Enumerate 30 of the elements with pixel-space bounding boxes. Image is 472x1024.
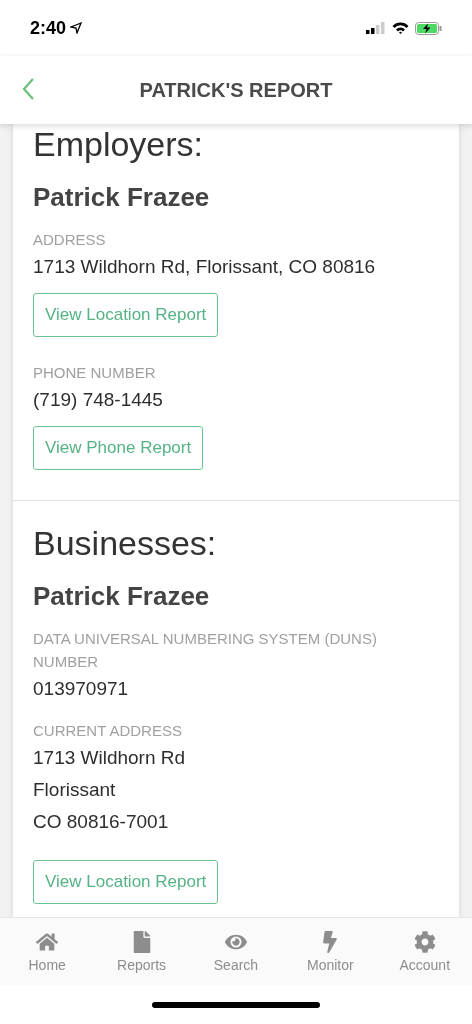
field-label: CURRENT ADDRESS (33, 721, 183, 741)
field-value: 1713 Wildhorn Rd, Florissant, CO 80816 (33, 255, 377, 279)
tab-item[interactable]: Reports (101, 930, 182, 973)
page-title: PATRICK'S REPORT (139, 78, 333, 102)
signal-icon (366, 22, 386, 34)
home-icon (36, 930, 59, 953)
tab-item[interactable]: Home (7, 930, 88, 973)
settings-icon (413, 930, 436, 953)
field-value: (719) 748-1445 (33, 388, 164, 412)
location-arrow-icon (70, 22, 83, 34)
field-label: DATA UNIVERSAL NUMBERING SYSTEM (DUNS) NUMBER (33, 629, 378, 672)
tab-item[interactable]: Search (195, 930, 276, 973)
field-value: 013970971 (33, 677, 130, 701)
person-name: Patrick Frazee (33, 181, 211, 214)
section-heading: Employers: (33, 124, 205, 164)
report-button[interactable]: View Location Report (33, 293, 219, 337)
report-button[interactable]: View Location Report (33, 860, 219, 904)
tab-item[interactable]: Monitor (290, 930, 371, 973)
battery-charging-icon (415, 21, 442, 35)
wifi-icon (392, 22, 409, 34)
field-label: ADDRESS (33, 230, 107, 250)
field-label: PHONE NUMBER (33, 363, 157, 383)
field-value: 1713 Wildhorn Rd (33, 746, 187, 770)
field-value: CO 80816-7001 (33, 810, 170, 834)
report-button[interactable]: View Phone Report (33, 426, 204, 470)
person-name: Patrick Frazee (33, 580, 211, 613)
status-time: 2:40 (30, 17, 67, 39)
section-heading: Businesses: (33, 523, 218, 563)
tab-item[interactable]: Account (384, 930, 465, 973)
field-value: Florissant (33, 778, 117, 802)
